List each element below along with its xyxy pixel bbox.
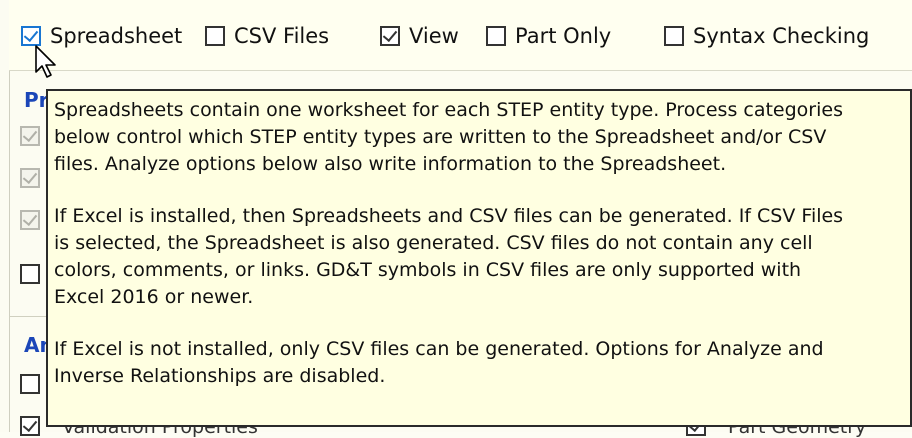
tooltip-line: If Excel is not installed, only CSV file…: [54, 338, 824, 360]
syntax-checking-checkbox[interactable]: [664, 26, 684, 46]
part-only-label[interactable]: Part Only: [515, 24, 611, 48]
csv-files-checkbox[interactable]: [205, 26, 225, 46]
tooltip-line: colors, comments, or links. GD&T symbols…: [54, 259, 802, 281]
view-label[interactable]: View: [409, 24, 459, 48]
tooltip-line: Inverse Relationships are disabled.: [54, 365, 386, 387]
tooltip-line: below control which STEP entity types ar…: [54, 126, 827, 148]
tooltip-line: Spreadsheets contain one worksheet for e…: [54, 99, 843, 121]
tooltip-line: files. Analyze options below also write …: [54, 153, 727, 175]
tooltip-line: If Excel is installed, then Spreadsheets…: [54, 205, 844, 227]
process-checkbox-1[interactable]: [20, 126, 40, 146]
tooltip-paragraph-gap: [54, 311, 906, 336]
mouse-pointer-icon: [35, 45, 56, 78]
part-only-option[interactable]: Part Only: [486, 21, 611, 51]
csv-files-label[interactable]: CSV Files: [234, 24, 329, 48]
process-checkbox-3[interactable]: [20, 210, 40, 230]
csv-files-option[interactable]: CSV Files: [205, 21, 329, 51]
syntax-checking-label[interactable]: Syntax Checking: [693, 24, 869, 48]
process-checkbox-2[interactable]: [20, 168, 40, 188]
process-section-title: Pr: [24, 88, 49, 112]
view-checkbox[interactable]: [380, 26, 400, 46]
tooltip-line: is selected, the Spreadsheet is also gen…: [54, 232, 813, 254]
validation-properties-checkbox[interactable]: [20, 416, 40, 436]
spreadsheet-tooltip: Spreadsheets contain one worksheet for e…: [46, 89, 912, 427]
tooltip-paragraph-gap: [54, 178, 906, 203]
syntax-checking-option[interactable]: Syntax Checking: [664, 21, 869, 51]
process-checkbox-4[interactable]: [20, 264, 40, 284]
spreadsheet-label[interactable]: Spreadsheet: [50, 24, 182, 48]
view-option[interactable]: View: [380, 21, 459, 51]
spreadsheet-checkbox[interactable]: [21, 26, 41, 46]
analyze-checkbox-1[interactable]: [20, 374, 40, 394]
tooltip-line: Excel 2016 or newer.: [54, 286, 254, 308]
part-only-checkbox[interactable]: [486, 26, 506, 46]
